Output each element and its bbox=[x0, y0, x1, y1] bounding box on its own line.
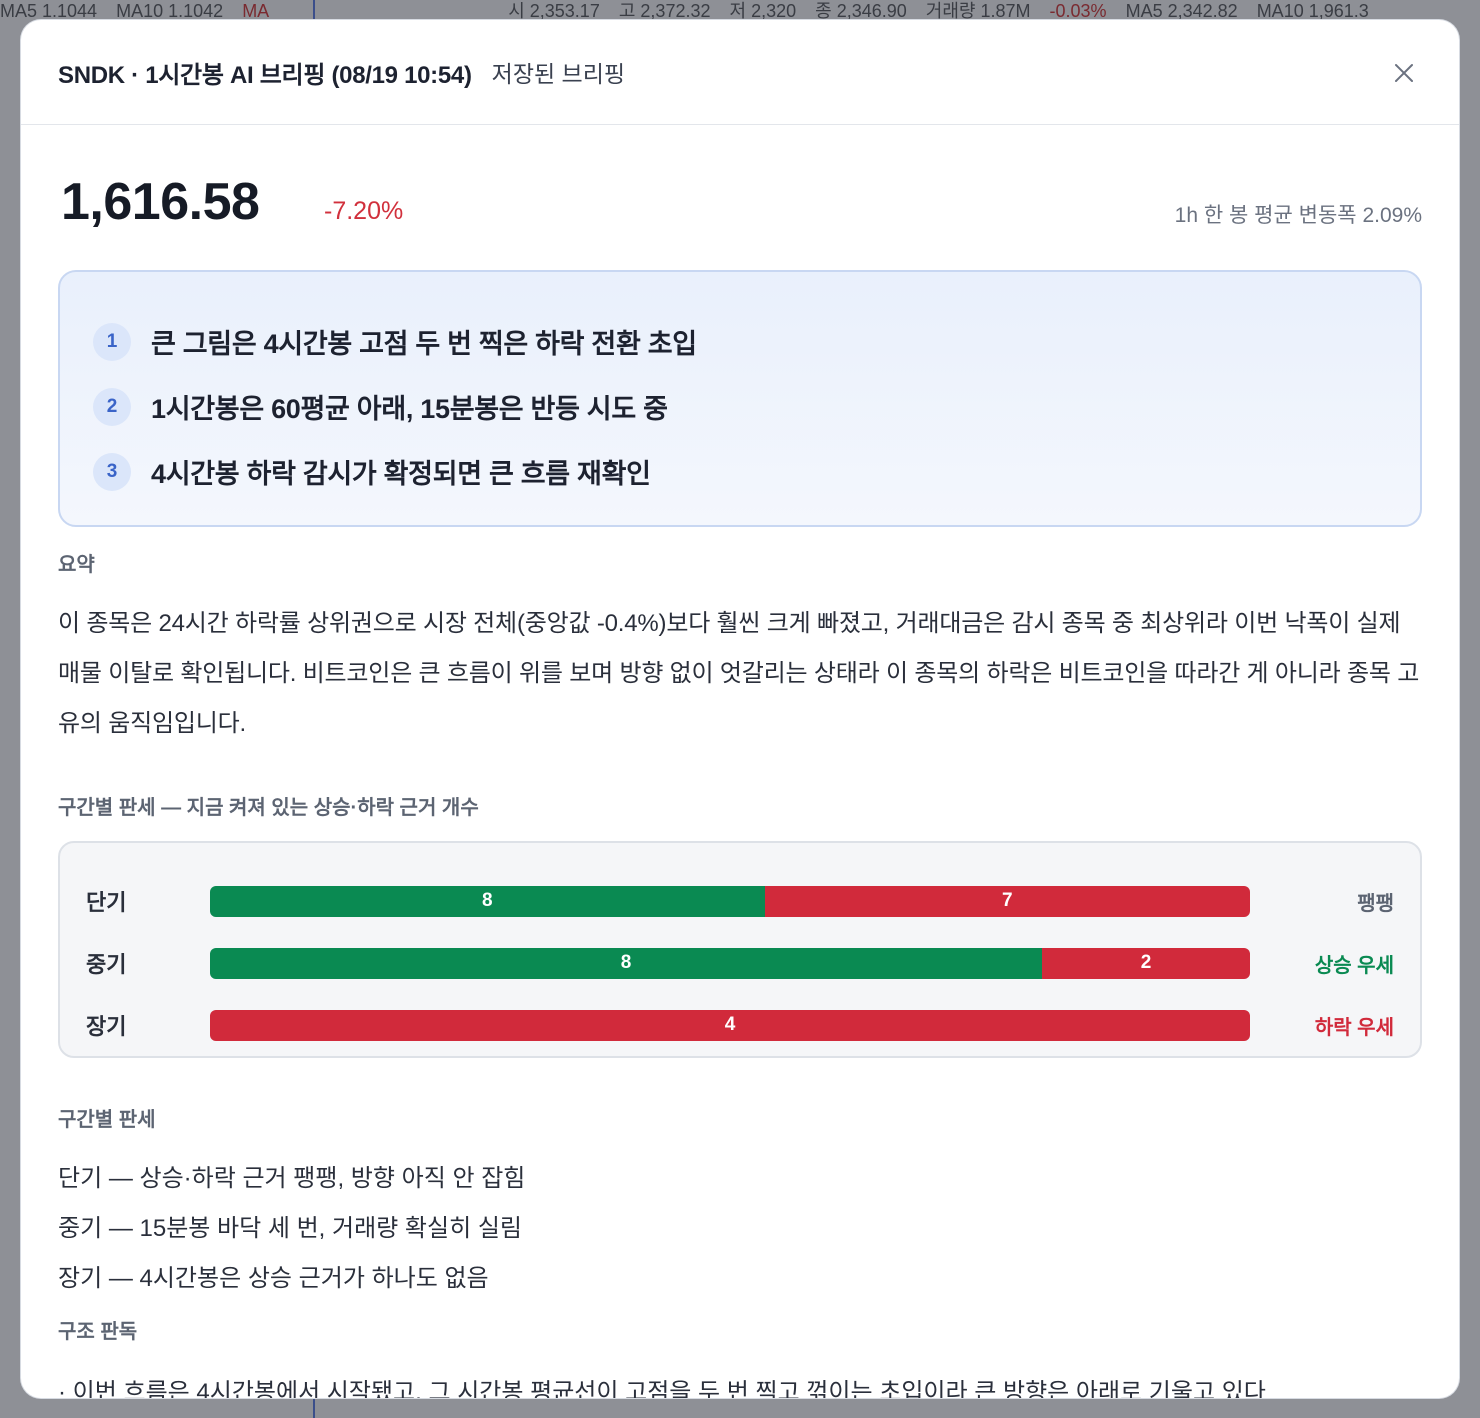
key-points-box: 1 큰 그림은 4시간봉 고점 두 번 찍은 하락 전환 초입 2 1시간봉은 … bbox=[58, 270, 1422, 527]
verdict-down-segment: 7 bbox=[764, 885, 1250, 917]
key-point: 2 1시간봉은 60평균 아래, 15분봉은 반등 시도 중 bbox=[93, 374, 1387, 439]
detail-line: 장기 — 4시간봉은 상승 근거가 하나도 없음 bbox=[58, 1265, 489, 1292]
verdict-row-mid: 중기 82 상승 우세 bbox=[86, 932, 1394, 994]
verdict-row-name: 단기 bbox=[86, 890, 127, 915]
verdict-bar: 82 bbox=[210, 947, 1250, 979]
verdict-result: 팽팽 bbox=[1357, 892, 1394, 915]
modal-subtitle: 저장된 브리핑 bbox=[491, 61, 626, 87]
key-point-number: 2 bbox=[93, 387, 131, 426]
background-crosshair-bottom bbox=[313, 1398, 315, 1418]
bg-ma: MA bbox=[242, 1, 270, 21]
bg-ma5: MA5 1.1044 bbox=[0, 1, 98, 21]
structure-heading: 구조 판독 bbox=[58, 1321, 138, 1343]
verdict-bar: 4 bbox=[210, 1009, 1250, 1041]
verdict-bar: 87 bbox=[210, 885, 1250, 917]
bg-close: 종 2,346.90 bbox=[815, 1, 907, 21]
price-change: -7.20% bbox=[324, 197, 404, 225]
bg-open: 시 2,353.17 bbox=[508, 1, 600, 21]
key-point-text: 1시간봉은 60평균 아래, 15분봉은 반등 시도 중 bbox=[151, 394, 668, 424]
key-point-text: 큰 그림은 4시간봉 고점 두 번 찍은 하락 전환 초입 bbox=[151, 329, 697, 359]
close-button[interactable] bbox=[1389, 58, 1419, 88]
verdict-row-short: 단기 87 팽팽 bbox=[86, 870, 1394, 932]
key-point-text: 4시간봉 하락 감시가 확정되면 큰 흐름 재확인 bbox=[151, 459, 651, 489]
bg-volume: 거래량 1.87M bbox=[925, 1, 1031, 21]
bg-ma10-right: MA10 1,961.3 bbox=[1256, 1, 1369, 21]
summary-text: 이 종목은 24시간 하락률 상위권으로 시장 전체(중앙값 -0.4%)보다 … bbox=[58, 610, 1420, 737]
modal-title: SNDK · 1시간봉 AI 브리핑 (08/19 10:54) bbox=[58, 61, 472, 89]
verdict-row-name: 중기 bbox=[86, 952, 127, 977]
average-volatility: 1h 한 봉 평균 변동폭 2.09% bbox=[1174, 204, 1422, 227]
key-point-number: 1 bbox=[93, 322, 131, 361]
verdict-result: 상승 우세 bbox=[1314, 954, 1394, 977]
verdict-heading: 구간별 판세 — 지금 켜져 있는 상승·하락 근거 개수 bbox=[58, 797, 479, 819]
background-indicator-strip: MA5 1.1044 MA10 1.1042 MA 시 2,353.17 고 2… bbox=[0, 0, 1480, 22]
verdict-down-segment: 4 bbox=[210, 1009, 1250, 1041]
verdict-up-segment: 8 bbox=[210, 947, 1042, 979]
detail-line: 단기 — 상승·하락 근거 팽팽, 방향 아직 안 잡힘 bbox=[58, 1165, 526, 1192]
background-crosshair bbox=[313, 0, 315, 22]
bg-change: -0.03% bbox=[1049, 1, 1107, 21]
details-list: 단기 — 상승·하락 근거 팽팽, 방향 아직 안 잡힘 중기 — 15분봉 바… bbox=[58, 1154, 1422, 1304]
current-price: 1,616.58 bbox=[61, 173, 260, 231]
details-heading: 구간별 판세 bbox=[58, 1109, 156, 1131]
bg-ma10: MA10 1.1042 bbox=[116, 1, 224, 21]
key-point: 3 4시간봉 하락 감시가 확정되면 큰 흐름 재확인 bbox=[93, 439, 1387, 504]
bg-low: 저 2,320 bbox=[729, 1, 797, 21]
price-row: 1,616.58 -7.20% 1h 한 봉 평균 변동폭 2.09% bbox=[58, 125, 1422, 270]
modal-content: 1,616.58 -7.20% 1h 한 봉 평균 변동폭 2.09% 1 큰 … bbox=[21, 125, 1459, 1398]
verdict-bars-box: 단기 87 팽팽 중기 82 상승 우세 장기 4 하락 우세 bbox=[58, 841, 1422, 1058]
key-point-number: 3 bbox=[93, 452, 131, 491]
detail-line: 중기 — 15분봉 바닥 세 번, 거래량 확실히 실림 bbox=[58, 1215, 522, 1242]
bg-ma5-right: MA5 2,342.82 bbox=[1125, 1, 1238, 21]
verdict-up-segment: 8 bbox=[210, 885, 765, 917]
verdict-row-name: 장기 bbox=[86, 1014, 127, 1039]
close-icon bbox=[1395, 64, 1413, 82]
verdict-result: 하락 우세 bbox=[1314, 1016, 1394, 1039]
bg-high: 고 2,372.32 bbox=[618, 1, 711, 21]
modal-header: SNDK · 1시간봉 AI 브리핑 (08/19 10:54) 저장된 브리핑 bbox=[21, 20, 1459, 125]
summary-heading: 요약 bbox=[58, 554, 95, 576]
briefing-modal: SNDK · 1시간봉 AI 브리핑 (08/19 10:54) 저장된 브리핑… bbox=[21, 20, 1459, 1398]
key-point: 1 큰 그림은 4시간봉 고점 두 번 찍은 하락 전환 초입 bbox=[93, 309, 1387, 374]
verdict-down-segment: 2 bbox=[1042, 947, 1250, 979]
structure-line: · 이번 흐름은 4시간봉에서 시작됐고, 그 시간봉 평균선이 고점을 두 번… bbox=[58, 1379, 1266, 1398]
verdict-row-long: 장기 4 하락 우세 bbox=[86, 994, 1394, 1056]
